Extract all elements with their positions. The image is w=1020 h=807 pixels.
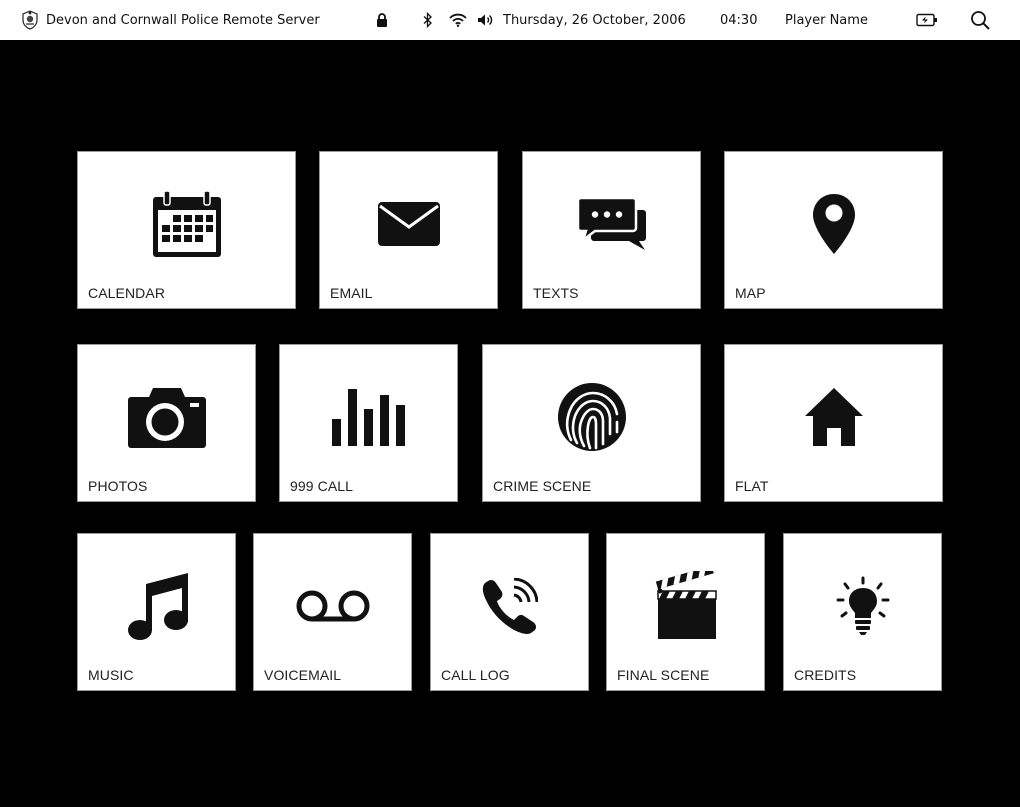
app-title: Devon and Cornwall Police Remote Server [46, 12, 320, 28]
tile-texts[interactable]: TEXTS [522, 151, 701, 309]
tile-label: PHOTOS [88, 478, 148, 494]
tile-music[interactable]: MUSIC [77, 533, 236, 691]
user-name[interactable]: Player Name [785, 0, 868, 40]
tile-photos[interactable]: PHOTOS [77, 344, 256, 502]
voicemail-icon [254, 566, 411, 646]
camera-icon [78, 377, 255, 457]
search-icon[interactable] [968, 0, 992, 40]
tile-email[interactable]: EMAIL [319, 151, 498, 309]
wifi-icon[interactable] [448, 0, 468, 40]
tile-label: CALENDAR [88, 285, 166, 301]
tile-label: MUSIC [88, 667, 134, 683]
police-crest-icon[interactable] [20, 0, 40, 40]
tile-final-scene[interactable]: FINAL SCENE [606, 533, 765, 691]
audio-bars-icon [280, 377, 457, 457]
tile-label: FINAL SCENE [617, 667, 710, 683]
map-pin-icon [725, 184, 942, 264]
battery-icon[interactable] [914, 0, 940, 40]
chat-bubbles-icon [523, 184, 700, 264]
date-display: Thursday, 26 October, 2006 [503, 12, 686, 28]
tile-999-call[interactable]: 999 CALL [279, 344, 458, 502]
tile-label: CRIME SCENE [493, 478, 592, 494]
tile-credits[interactable]: CREDITS [783, 533, 942, 691]
fingerprint-icon [483, 377, 700, 457]
lock-icon[interactable] [374, 0, 390, 40]
tile-label: 999 CALL [290, 478, 354, 494]
tile-voicemail[interactable]: VOICEMAIL [253, 533, 412, 691]
music-note-icon [78, 566, 235, 646]
bluetooth-icon[interactable] [420, 0, 436, 40]
tile-label: TEXTS [533, 285, 579, 301]
tile-label: VOICEMAIL [264, 667, 342, 683]
house-icon [725, 377, 942, 457]
tile-label: MAP [735, 285, 766, 301]
tile-flat[interactable]: FLAT [724, 344, 943, 502]
tile-label: FLAT [735, 478, 769, 494]
tile-call-log[interactable]: CALL LOG [430, 533, 589, 691]
envelope-icon [320, 184, 497, 264]
tile-crime-scene[interactable]: CRIME SCENE [482, 344, 701, 502]
phone-ringing-icon [431, 566, 588, 646]
calendar-icon [78, 184, 295, 264]
lightbulb-icon [784, 566, 941, 646]
tile-map[interactable]: MAP [724, 151, 943, 309]
tile-calendar[interactable]: CALENDAR [77, 151, 296, 309]
tile-label: CALL LOG [441, 667, 510, 683]
volume-icon[interactable] [476, 0, 494, 40]
clapperboard-icon [607, 566, 764, 646]
tile-label: EMAIL [330, 285, 373, 301]
tile-label: CREDITS [794, 667, 857, 683]
time-display: 04:30 [720, 12, 758, 28]
menu-bar: Devon and Cornwall Police Remote Server … [0, 0, 1020, 40]
